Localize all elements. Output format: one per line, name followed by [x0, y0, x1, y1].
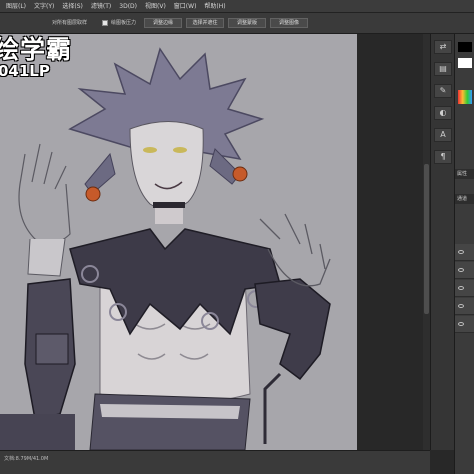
document-canvas[interactable]: [0, 34, 357, 450]
right-eye: [173, 147, 187, 153]
face: [129, 121, 204, 210]
foreground-swatch[interactable]: [458, 42, 472, 52]
layer-row[interactable]: [455, 262, 474, 279]
watermark-id: 041LP: [0, 62, 50, 80]
menu-layer[interactable]: 图层(L): [2, 0, 30, 13]
menu-window[interactable]: 窗口(W): [170, 0, 201, 13]
color-spectrum[interactable]: [458, 90, 472, 104]
adjustments-icon[interactable]: ◐: [434, 106, 452, 120]
left-wrist-sketch: [27, 238, 66, 277]
canvas-area[interactable]: [0, 34, 430, 450]
layer-row[interactable]: [455, 244, 474, 261]
eye-icon[interactable]: [458, 322, 464, 326]
history-icon[interactable]: ⇄: [434, 40, 452, 54]
belt-highlight: [100, 404, 240, 419]
eye-icon[interactable]: [458, 304, 464, 308]
select-and-mask-button[interactable]: 选择并遮住: [186, 18, 224, 28]
left-eye: [143, 147, 157, 153]
right-sleeve: [254, 278, 331, 381]
layer-row[interactable]: [455, 298, 474, 315]
properties-icon[interactable]: ▤: [434, 62, 452, 76]
right-bell: [232, 166, 248, 182]
menu-3d[interactable]: 3D(D): [115, 0, 141, 13]
pressure-label: 绘图板压力: [111, 20, 137, 26]
choker: [153, 202, 185, 208]
properties-tab[interactable]: 属性: [455, 169, 474, 179]
left-gauntlet: [35, 333, 69, 365]
document-size: 文档:8.79M/41.0M: [4, 456, 49, 462]
menu-filter[interactable]: 滤镜(T): [87, 0, 115, 13]
menu-view[interactable]: 视图(V): [141, 0, 170, 13]
sample-all-layers-label[interactable]: 对所有图层取样: [52, 18, 87, 28]
adjust-image-button[interactable]: 调整图像: [270, 18, 308, 28]
vertical-scrollbar[interactable]: [423, 34, 430, 450]
refine-mask-button[interactable]: 调整蒙版: [228, 18, 266, 28]
menu-type[interactable]: 文字(Y): [30, 0, 58, 13]
watermark-title: 绘学霸: [0, 35, 73, 64]
left-bell: [85, 186, 101, 202]
panel-icon-strip: ⇄ ▤ ✎ ◐ A ¶: [430, 34, 454, 450]
scrollbar-thumb[interactable]: [424, 164, 429, 314]
character-icon[interactable]: A: [434, 128, 452, 142]
pants: [89, 393, 251, 450]
paragraph-icon[interactable]: ¶: [434, 150, 452, 164]
menu-help[interactable]: 帮助(H): [200, 0, 229, 13]
eye-icon[interactable]: [458, 286, 464, 290]
character-illustration: [0, 47, 331, 450]
right-panel: 属性 通道: [454, 34, 474, 474]
layer-row[interactable]: [455, 316, 474, 333]
layer-row[interactable]: [455, 280, 474, 297]
sleeve-ribbon: [263, 372, 282, 444]
refine-edge-button[interactable]: 调整边缘: [144, 18, 182, 28]
lower-left-shadow: [0, 414, 75, 450]
eye-icon[interactable]: [458, 268, 464, 272]
status-bar: 文档:8.79M/41.0M: [0, 450, 430, 474]
left-hand-sketch: [18, 143, 71, 244]
pressure-checkbox[interactable]: [102, 20, 108, 26]
menu-bar: 图层(L) 文字(Y) 选择(S) 滤镜(T) 3D(D) 视图(V) 窗口(W…: [0, 0, 474, 13]
channels-tab[interactable]: 通道: [455, 194, 474, 204]
brush-settings-icon[interactable]: ✎: [434, 84, 452, 98]
eye-icon[interactable]: [458, 250, 464, 254]
background-swatch[interactable]: [458, 58, 472, 68]
menu-select[interactable]: 选择(S): [58, 0, 87, 13]
